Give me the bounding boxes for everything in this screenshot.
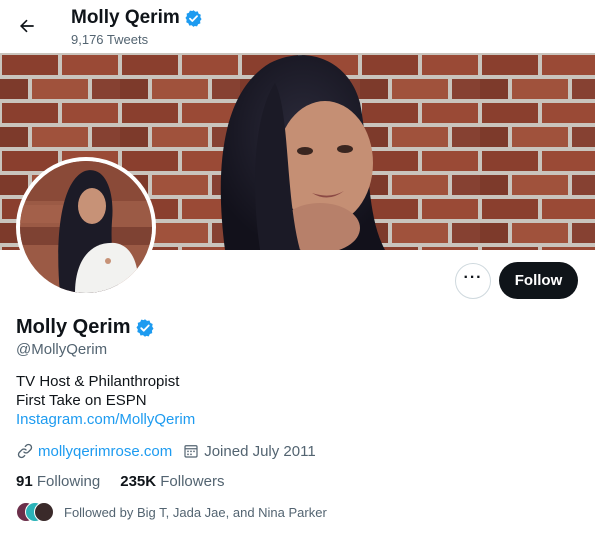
- follow-button[interactable]: Follow: [499, 262, 578, 299]
- back-button[interactable]: [10, 9, 44, 43]
- more-options-button[interactable]: ···: [455, 263, 491, 299]
- joined-item: Joined July 2011: [182, 442, 316, 460]
- verified-badge-icon: [136, 318, 154, 337]
- followed-by-text[interactable]: Followed by Big T, Jada Jae, and Nina Pa…: [64, 505, 327, 520]
- follower-avatars: [16, 502, 56, 522]
- follower-avatar: [34, 502, 54, 522]
- back-arrow-icon: [20, 19, 34, 33]
- website-item: mollyqerimrose.com: [16, 442, 172, 460]
- followers-label: Followers: [160, 473, 225, 490]
- more-options-label: ···: [463, 269, 483, 286]
- header-title: Molly Qerim: [71, 7, 203, 29]
- tweet-count: 9,176 Tweets: [71, 32, 149, 47]
- calendar-icon: [184, 445, 198, 458]
- following-label: Following: [36, 473, 101, 490]
- profile-meta: mollyqerimrose.com Joined July 2011: [16, 442, 326, 460]
- top-bar: Molly Qerim 9,176 Tweets: [0, 0, 595, 53]
- avatar-image: [20, 161, 152, 293]
- profile-name: Molly Qerim: [16, 316, 155, 339]
- profile-stats: 91 Following 235K Followers: [16, 473, 224, 490]
- joined-date: Joined July 2011: [204, 442, 316, 460]
- followers-stat[interactable]: 235K Followers: [120, 473, 224, 490]
- bio-link[interactable]: Instagram.com/MollyQerim: [16, 410, 195, 429]
- verified-badge-icon: [185, 9, 202, 27]
- bio-line: First Take on ESPN: [16, 392, 147, 409]
- following-stat[interactable]: 91 Following: [16, 473, 100, 490]
- profile-name-text: Molly Qerim: [16, 316, 131, 338]
- profile-handle: @MollyQerim: [16, 341, 108, 358]
- followed-by: Followed by Big T, Jada Jae, and Nina Pa…: [16, 502, 327, 522]
- profile-bio: TV Host & Philanthropist First Take on E…: [16, 372, 195, 429]
- following-count: 91: [16, 473, 33, 490]
- avatar[interactable]: [16, 157, 156, 297]
- bio-line: TV Host & Philanthropist: [16, 373, 180, 390]
- followers-count: 235K: [120, 473, 157, 490]
- header-name: Molly Qerim: [71, 7, 180, 28]
- link-icon: [17, 443, 33, 459]
- website-link[interactable]: mollyqerimrose.com: [38, 443, 172, 460]
